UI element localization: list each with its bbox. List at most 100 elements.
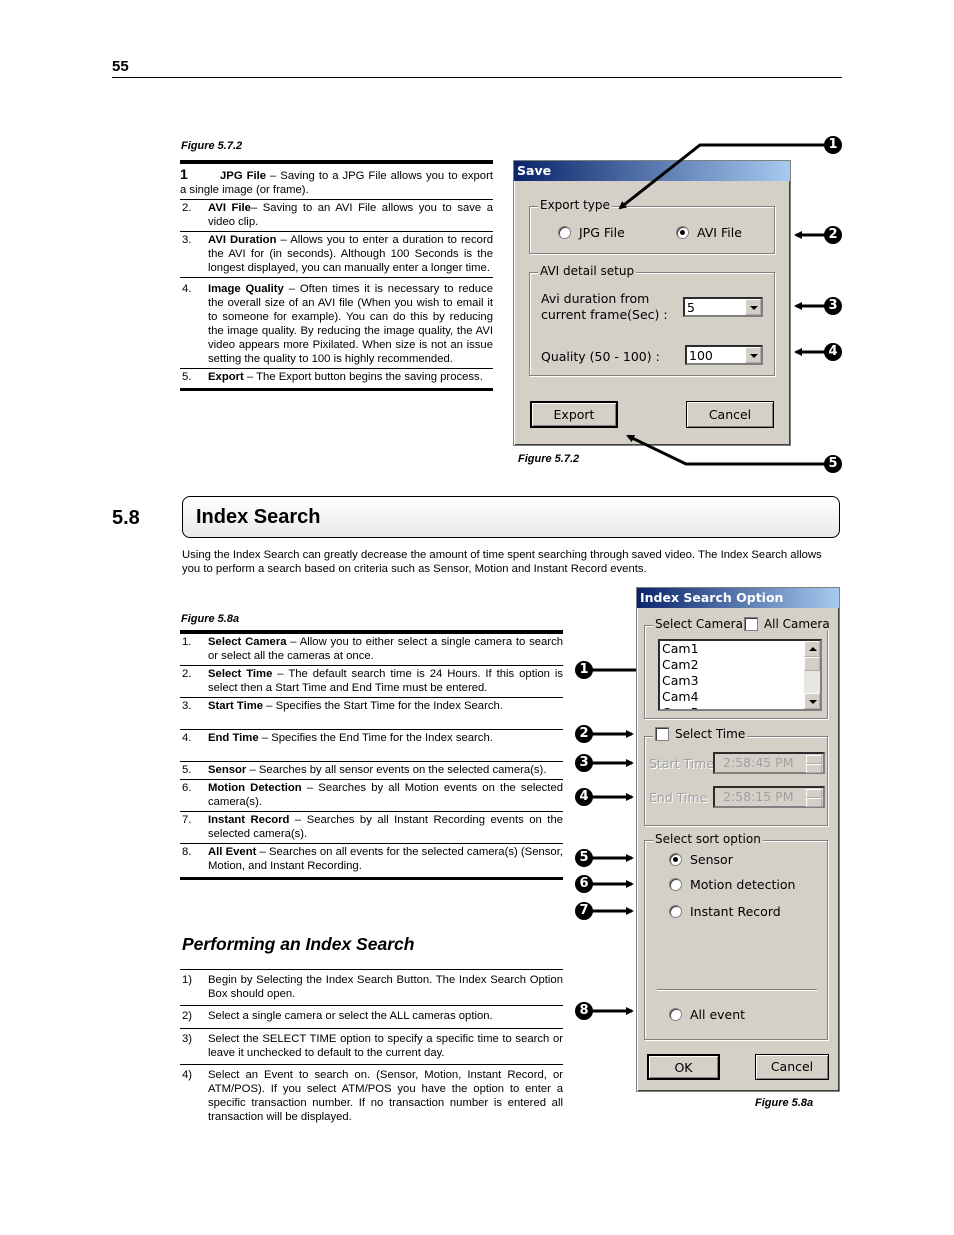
table-row: 2. Select Time – The default search time … [180,665,563,697]
table-row: 5. Sensor – Searches by all sensor events… [180,761,563,779]
combo-value: 100 [689,348,713,363]
item-number: 3. [182,234,192,246]
all-camera-checkbox[interactable] [743,617,758,631]
separator: – [263,700,276,712]
sensor-radio[interactable]: Sensor [669,852,733,867]
list-item[interactable]: Cam5 [660,705,820,709]
figure-caption: Figure 5.8a [755,1097,814,1109]
sort-option-group: Select sort option Sensor Motion detecti… [644,832,828,1040]
step-row: 3) Select the SELECT TIME option to speci… [180,1028,563,1064]
motion-detection-radio[interactable]: Motion detection [669,877,795,892]
step-row: 2) Select a single camera or select the A… [180,1005,563,1028]
start-time-label: Start Time [649,756,715,771]
step-text: Select an Event to search on. (Sensor, M… [208,1069,563,1123]
separator: – [283,283,300,295]
select-time-group: Select Time Start Time 2:58:45 PM End Ti… [644,727,828,826]
radio-label: AVI File [697,225,742,240]
group-label: Select sort option [653,832,763,846]
item-title: Select Time [208,668,273,680]
table-row: 4. Image Quality – Often times it is nece… [180,277,493,368]
chevron-down-icon[interactable] [745,299,761,315]
avi-file-radio[interactable]: AVI File [676,225,742,240]
figure-caption: Figure 5.7.2 [181,140,243,152]
table-row: 1 JPG File – Saving to a JPG File allows … [180,163,493,199]
export-button[interactable]: Export [530,401,618,428]
callout-2: 2 [824,226,842,244]
item-text: Image Quality – Often times it is necess… [208,282,493,366]
dialog-title: Index Search Option [637,588,839,608]
duration-combo[interactable]: 5 [683,297,763,317]
list-item[interactable]: Cam2 [660,657,820,673]
all-camera-label: All Camera [763,617,830,631]
table-row: 4. End Time – Specifies the End Time for … [180,729,563,761]
item-title: Image Quality [208,283,284,295]
instant-record-radio[interactable]: Instant Record [669,904,781,919]
start-time-field[interactable]: 2:58:45 PM [713,752,825,774]
separator: – [250,202,263,214]
table-row: 3. AVI Duration – Allows you to enter a d… [180,231,493,277]
radio-label: Sensor [690,852,733,867]
scroll-down-icon[interactable] [804,693,820,709]
index-search-dialog: Index Search Option Select Camera All Ca… [636,587,840,1092]
group-label: Select Time [653,727,748,741]
item-number: 1 [180,166,188,182]
spin-up-icon[interactable] [806,755,822,764]
radio-on-icon [669,853,682,866]
select-time-checkbox[interactable] [655,727,669,741]
spin-down-icon[interactable] [806,764,822,773]
item-body: Often times it is necessary to reduce th… [208,283,494,365]
scroll-up-icon[interactable] [804,641,820,657]
table-row: 1. Select Camera – Allow you to either se… [180,633,563,665]
item-number: 3. [182,700,192,712]
item-title: Instant Record [208,814,290,826]
radio-on-icon [676,226,689,239]
radio-off-icon [669,1008,682,1021]
list-item[interactable]: Cam4 [660,689,820,705]
quality-combo[interactable]: 100 [685,345,763,365]
radio-off-icon [669,905,682,918]
quality-label: Quality (50 - 100) : [541,349,660,364]
export-type-group: Export type JPG File AVI File [529,198,775,254]
separator: – [286,636,300,648]
end-time-field[interactable]: 2:58:15 PM [713,786,825,808]
spin-down-icon[interactable] [806,798,822,807]
list-item[interactable]: Cam3 [660,673,820,689]
jpg-file-radio[interactable]: JPG File [558,225,625,240]
list-item[interactable]: Cam1 [660,641,820,657]
dialog-title: Save [514,161,790,181]
cancel-button[interactable]: Cancel [686,401,774,428]
table-row: 7. Instant Record – Searches by all Insta… [180,811,563,843]
separator: – [301,782,319,794]
camera-list[interactable]: Cam1 Cam2 Cam3 Cam4 Cam5 [658,639,822,711]
divider [657,989,817,990]
item-body: Specifies the End Time for the Index sea… [271,732,493,744]
group-label: Export type [538,198,612,212]
callout-1: 1 [824,136,842,154]
table-bottom-rule [180,877,563,880]
figure-caption: Figure 5.7.2 [518,453,580,465]
chevron-down-icon[interactable] [745,347,761,363]
step-number: 3) [182,1033,193,1045]
table-row: 3. Start Time – Specifies the Start Time … [180,697,563,729]
item-title: AVI File [208,202,251,214]
all-event-radio[interactable]: All event [669,1007,745,1022]
section-number: 5.8 [112,507,140,529]
end-time-value: 2:58:15 PM [723,789,794,804]
callout-1: 1 [575,661,593,679]
item-number: 4. [182,732,192,744]
figure-caption: Figure 5.8a [181,613,240,625]
item-title: Start Time [208,700,264,712]
item-number: 5. [182,371,192,383]
item-title: All Event [208,846,257,858]
ok-button[interactable]: OK [647,1054,720,1080]
scroll-thumb[interactable] [804,657,820,671]
spin-up-icon[interactable] [806,789,822,798]
vertical-scrollbar[interactable] [804,641,820,709]
cancel-button[interactable]: Cancel [755,1054,829,1080]
item-title: JPG File [220,170,267,182]
callout-4: 4 [824,343,842,361]
separator: – [246,764,259,776]
item-title: End Time [208,732,259,744]
table-row: 2. AVI File– Saving to an AVI File allows… [180,199,493,231]
section-intro: Using the Index Search can greatly decre… [182,549,822,575]
